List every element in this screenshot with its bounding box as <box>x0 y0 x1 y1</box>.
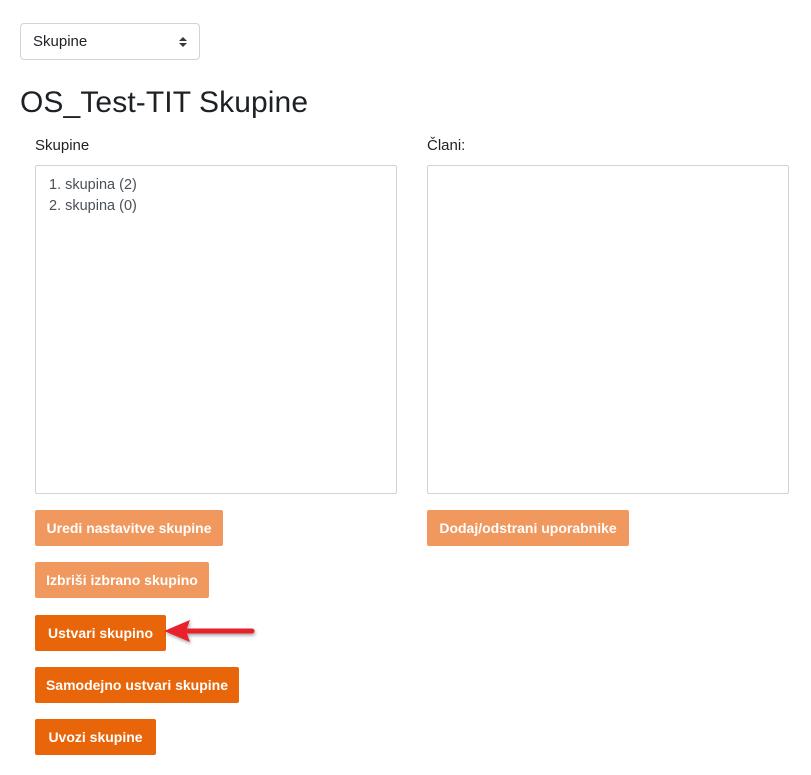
members-listbox[interactable] <box>427 165 789 494</box>
view-select[interactable]: Skupine <box>20 23 200 60</box>
auto-create-groups-button[interactable]: Samodejno ustvari skupine <box>35 667 239 703</box>
members-label: Člani: <box>427 137 466 154</box>
group-option[interactable]: 1. skupina (2) <box>49 175 396 196</box>
view-select-value: Skupine <box>33 33 88 50</box>
create-group-button[interactable]: Ustvari skupino <box>35 615 166 651</box>
group-option[interactable]: 2. skupina (0) <box>49 196 396 217</box>
page-title: OS_Test-TIT Skupine <box>20 86 309 119</box>
sort-caret-icon <box>179 36 187 47</box>
groups-label: Skupine <box>35 137 90 154</box>
red-arrow-icon <box>164 620 255 642</box>
groups-listbox[interactable]: 1. skupina (2) 2. skupina (0) <box>35 165 397 494</box>
delete-selected-group-button[interactable]: Izbriši izbrano skupino <box>35 562 209 598</box>
edit-group-settings-button[interactable]: Uredi nastavitve skupine <box>35 510 223 546</box>
import-groups-button[interactable]: Uvozi skupine <box>35 719 156 755</box>
add-remove-users-button[interactable]: Dodaj/odstrani uporabnike <box>427 510 629 546</box>
